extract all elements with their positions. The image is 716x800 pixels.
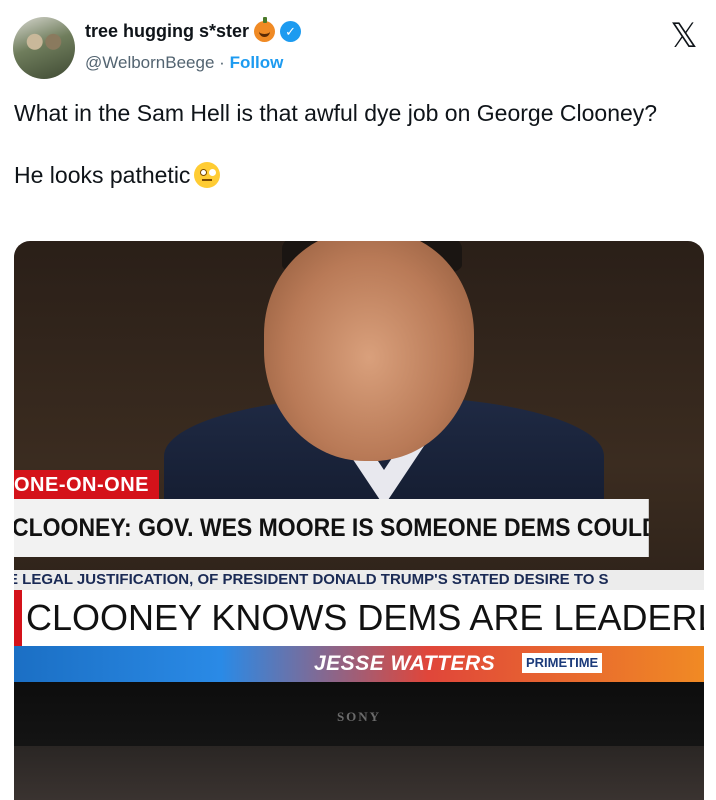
separator: · bbox=[219, 53, 225, 72]
handle[interactable]: @WelbornBeege bbox=[85, 53, 214, 72]
tweet-text-line-1: What in the Sam Hell is that awful dye j… bbox=[14, 100, 658, 126]
interviewee-figure bbox=[164, 241, 604, 516]
chyron-ticker: E LEGAL JUSTIFICATION, OF PRESIDENT DONA… bbox=[14, 570, 704, 590]
handle-row: @WelbornBeege · Follow bbox=[85, 53, 283, 73]
tweet-header: tree hugging s*ster ✓ @WelbornBeege · Fo… bbox=[13, 16, 703, 79]
face bbox=[264, 241, 474, 461]
x-logo-icon[interactable]: 𝕏 bbox=[665, 16, 703, 56]
follow-button[interactable]: Follow bbox=[230, 53, 284, 72]
tweet-text: What in the Sam Hell is that awful dye j… bbox=[14, 98, 694, 191]
jack-o-lantern-icon bbox=[254, 17, 276, 42]
avatar[interactable] bbox=[13, 17, 75, 79]
primetime-badge: PRIMETIME bbox=[522, 653, 603, 673]
tv-brand-logo: SONY bbox=[336, 709, 382, 724]
chyron-tag-text: ONE-ON-ONE bbox=[14, 474, 149, 496]
chyron-tag: ONE-ON-ONE bbox=[14, 470, 159, 500]
tv-stand bbox=[14, 746, 704, 800]
verified-badge-icon[interactable]: ✓ bbox=[280, 21, 302, 42]
tweet-text-line-2-text: He looks pathetic bbox=[14, 162, 191, 188]
display-name[interactable]: tree hugging s*ster bbox=[85, 21, 249, 42]
tweet-text-line-2: He looks pathetic bbox=[14, 160, 694, 191]
tweet-media-image[interactable]: ONE-ON-ONE CLOONEY: GOV. WES MOORE IS SO… bbox=[14, 241, 704, 800]
display-name-row[interactable]: tree hugging s*ster ✓ bbox=[85, 17, 302, 42]
chyron-main: CLOONEY KNOWS DEMS ARE LEADERL bbox=[14, 590, 704, 646]
show-name: JESSE WATTERS bbox=[314, 652, 496, 675]
chyron-top: CLOONEY: GOV. WES MOORE IS SOMEONE DEMS … bbox=[14, 499, 649, 557]
face-with-rolling-eyes-icon bbox=[194, 162, 221, 188]
